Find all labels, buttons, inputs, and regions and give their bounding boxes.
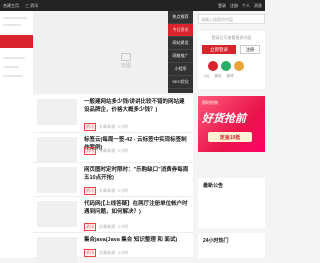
topbar-news-link[interactable]: 三 资讯 [25, 3, 38, 9]
article-tag: 资讯 [84, 147, 96, 155]
article-item[interactable]: 网页图时定时限时："乐购缺口"消费券每周五10点开抢) 资讯 文章来源 2小时 [33, 163, 193, 197]
sidebar-item[interactable] [3, 75, 23, 77]
no-image-text: 无图 [120, 63, 131, 69]
article-meta: 资讯 文章来源 2小时 [84, 187, 128, 195]
weibo-login-icon[interactable] [234, 61, 244, 71]
article-meta: 资讯 文章来源 2小时 [84, 223, 128, 231]
article-item[interactable]: 一般建网站多少钱/讲讲比较不错的网站建设品牌企，价格大概多少钱？) 资讯 文章来… [33, 95, 193, 133]
article-date: 2小时 [118, 124, 129, 129]
topbar-register-link[interactable]: 注册 [230, 3, 238, 9]
topbar-profile-link[interactable]: 个人 [242, 3, 250, 9]
promo-subtitle: 限时抢购 [202, 100, 218, 105]
article-date: 2小时 [118, 188, 129, 193]
article-meta: 资讯 文章来源 2小时 [84, 249, 128, 257]
sidebar-item[interactable] [3, 57, 25, 59]
panel-title: 最新公告 [203, 183, 224, 189]
article-source: 文章来源 [99, 250, 115, 255]
article-date: 2小时 [118, 224, 129, 229]
article-source: 文章来源 [99, 148, 115, 153]
article-title[interactable]: 一般建网站多少钱/讲讲比较不错的网站建设品牌企，价格大概多少钱？) [84, 98, 189, 114]
article-tag: 资讯 [84, 187, 96, 195]
article-date: 2小时 [118, 250, 129, 255]
category-item-miniprogram[interactable]: 小程序 [168, 63, 193, 76]
login-box: 登录后可查看更多内容 立即登录 注册 QQ 微信 微博 [198, 31, 265, 89]
article-item[interactable]: 代码网(【上线答疑】在两厅注册单位帐户时遇到问题，如何解决？) 资讯 文章来源 … [33, 197, 193, 233]
login-button[interactable]: 立即登录 [202, 45, 236, 54]
social-label: QQ [204, 74, 210, 78]
category-item-promotion[interactable]: 网络推广 [168, 50, 193, 63]
wechat-login-icon[interactable] [221, 61, 231, 71]
login-hint: 登录后可查看更多内容 [211, 35, 252, 40]
article-thumbnail[interactable] [37, 137, 77, 163]
right-sidebar: 请输入搜索的内容 登录后可查看更多内容 立即登录 注册 QQ 微信 微博 限时抢… [198, 11, 265, 258]
article-source: 文章来源 [99, 124, 115, 129]
banner-carousel[interactable]: 无图 [33, 11, 168, 99]
topbar-right: 登录 注册 个人 消息 [218, 3, 262, 9]
category-item-today[interactable]: 今日资讯 [168, 24, 193, 37]
announcements-panel: 最新公告 [198, 178, 265, 228]
article-thumbnail[interactable] [37, 237, 77, 263]
left-sidebar [0, 11, 33, 258]
sidebar-item[interactable] [3, 24, 21, 26]
hot-24h-panel: 24小时热门 [198, 233, 265, 258]
image-icon [121, 53, 131, 61]
topbar-messages-link[interactable]: 消息 [254, 3, 262, 9]
qq-login-icon[interactable] [208, 61, 218, 71]
article-title[interactable]: 网页图时定时限时："乐购缺口"消费券每周五10点开抢) [84, 166, 189, 182]
article-thumbnail[interactable] [37, 167, 77, 193]
category-item-seo[interactable]: SEO优化 [168, 76, 193, 89]
article-source: 文章来源 [99, 224, 115, 229]
article-source: 文章来源 [99, 188, 115, 193]
category-item-hot[interactable]: 热点推荐 [168, 11, 193, 24]
no-image-placeholder: 无图 [111, 53, 141, 69]
sidebar-active-item[interactable] [0, 35, 33, 48]
sidebar-item[interactable] [3, 17, 27, 19]
article-tag: 资讯 [84, 249, 96, 257]
article-title[interactable]: 集合java(Java 集合 知识整理 和 面试) [84, 236, 189, 244]
top-bar: 合建主页 三 资讯 登录 注册 个人 消息 [0, 0, 265, 11]
category-nav: 热点推荐 今日资讯 网站建设 网络推广 小程序 SEO优化 [168, 11, 193, 93]
topbar-left: 合建主页 三 资讯 [3, 3, 38, 9]
panel-title: 24小时热门 [203, 238, 229, 244]
topbar-home-link[interactable]: 合建主页 [3, 3, 19, 9]
article-title[interactable]: 代码网(【上线答疑】在两厅注册单位帐户时遇到问题，如何解决？) [84, 200, 189, 216]
article-thumbnail[interactable] [37, 201, 77, 227]
article-meta: 资讯 文章来源 2小时 [84, 123, 128, 131]
promo-coupon[interactable]: 定金10抵 [208, 132, 252, 142]
promo-headline: 好货抢前 [202, 113, 246, 125]
register-button[interactable]: 注册 [240, 45, 260, 54]
social-label: 微信 [214, 74, 222, 78]
article-tag: 资讯 [84, 123, 96, 131]
topbar-login-link[interactable]: 登录 [218, 3, 226, 9]
article-meta: 资讯 文章来源 2小时 [84, 147, 128, 155]
article-item[interactable]: 标签云(每周一签-42 - 云标签中实现标签制作案例) 资讯 文章来源 2小时 [33, 133, 193, 163]
sidebar-item[interactable] [3, 66, 19, 68]
article-thumbnail[interactable] [37, 99, 77, 125]
social-labels: QQ 微信 微博 [204, 74, 233, 79]
article-date: 2小时 [118, 148, 129, 153]
social-label: 微博 [226, 74, 234, 78]
article-tag: 资讯 [84, 223, 96, 231]
search-input[interactable]: 请输入搜索的内容 [198, 14, 265, 24]
social-login [208, 61, 244, 71]
category-item-website[interactable]: 网站建设 [168, 37, 193, 50]
promo-banner[interactable]: 限时抢购 好货抢前 定金10抵 [198, 96, 265, 152]
article-item[interactable]: 集合java(Java 集合 知识整理 和 面试) 资讯 文章来源 2小时 [33, 233, 193, 263]
